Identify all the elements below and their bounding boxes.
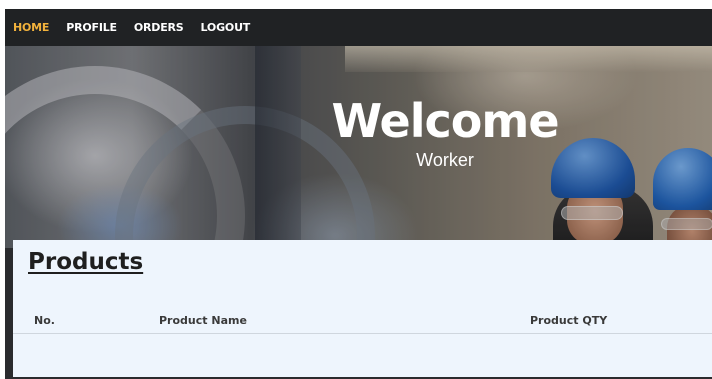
nav-home-link[interactable]: HOME: [13, 21, 49, 34]
hero-subtitle: Worker: [416, 150, 474, 170]
products-table-header: No. Product Name Product QTY: [13, 310, 712, 334]
column-header-product-name: Product Name: [159, 314, 247, 327]
app-frame: HOME PROFILE ORDERS LOGOUT Welcome Worke…: [5, 9, 712, 379]
nav-logout-link[interactable]: LOGOUT: [201, 21, 251, 34]
products-title: Products: [28, 249, 144, 275]
top-navbar: HOME PROFILE ORDERS LOGOUT: [5, 9, 712, 46]
hero-title: Welcome: [331, 94, 559, 148]
hero-banner: Welcome Worker: [5, 46, 712, 248]
nav-profile-link[interactable]: PROFILE: [66, 21, 117, 34]
products-panel: Products No. Product Name Product QTY: [13, 240, 712, 377]
nav-orders-link[interactable]: ORDERS: [134, 21, 184, 34]
column-header-product-qty: Product QTY: [530, 314, 608, 327]
column-header-no: No.: [34, 314, 55, 327]
